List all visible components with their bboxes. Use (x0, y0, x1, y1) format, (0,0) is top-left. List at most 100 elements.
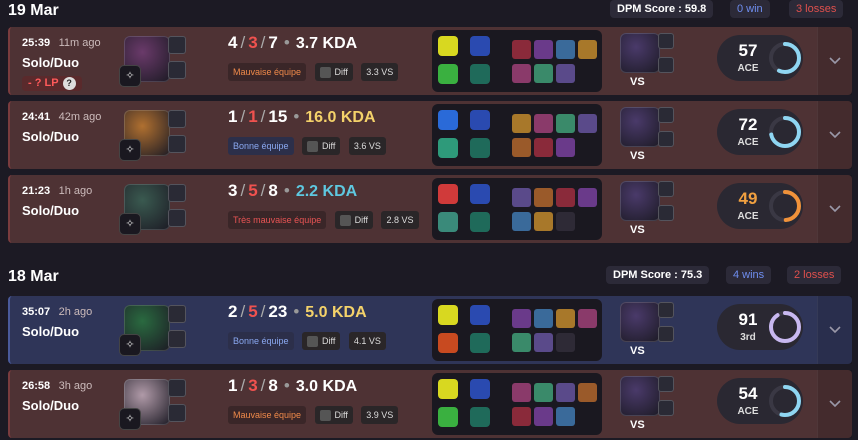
team-quality-tag: Mauvaise équipe (228, 63, 307, 81)
item-icon (512, 333, 531, 352)
opponent-ward-icon (658, 326, 674, 342)
summoner-spell-icon (438, 379, 458, 399)
rune-icon (470, 305, 490, 325)
opponent-portrait[interactable] (620, 302, 660, 342)
ward-icon (168, 404, 186, 422)
vs-label: VS (630, 224, 645, 236)
diff-icon (307, 141, 319, 153)
expand-button[interactable] (817, 101, 852, 169)
kills: 4 (228, 33, 238, 52)
kda-ratio: 2.2 KDA (295, 183, 358, 200)
match-row[interactable]: 24:41 42m ago Solo/Duo ? ✧ 1/1/15•16.0 K… (8, 101, 852, 169)
expand-button[interactable] (817, 296, 852, 364)
rune-icon (470, 212, 490, 232)
deaths: 5 (248, 181, 258, 200)
score-value: 57 (738, 41, 758, 60)
match-row[interactable]: 26:58 3h ago Solo/Duo ? ✧ 1/3/8•3.0 KDA … (8, 370, 852, 438)
item-icon (556, 114, 575, 133)
assists: 8 (268, 376, 278, 395)
day-header: 19 Mar DPM Score : 59.8 0 win 3 losses (0, 0, 858, 26)
performance-score: 91 3rd (717, 304, 803, 350)
opponent-rune-icon (658, 33, 674, 49)
ward-icon (168, 135, 186, 153)
chevron-down-icon (829, 205, 841, 213)
build-panel (432, 178, 602, 240)
match-time-ago: 2h ago (58, 306, 93, 318)
team-quality-tag: Mauvaise équipe (228, 406, 307, 424)
score-rank: ACE (737, 137, 759, 148)
day-date: 18 Mar (8, 268, 59, 285)
opponent-portrait[interactable] (620, 181, 660, 221)
summoner-spell-icon (438, 333, 458, 353)
kills: 3 (228, 181, 238, 200)
item-icon (534, 383, 553, 402)
match-row[interactable]: 21:23 1h ago Solo/Duo ? ✧ 3/5/8•2.2 KDA … (8, 175, 852, 243)
item-icon (578, 383, 597, 402)
role-icon: ✧ (119, 408, 141, 430)
kda-ratio: 16.0 KDA (305, 109, 376, 126)
ward-icon (168, 61, 186, 79)
match-time-ago: 3h ago (58, 380, 93, 392)
chevron-down-icon (829, 326, 841, 334)
rune-icon (470, 407, 490, 427)
rune-icon (470, 36, 490, 56)
chevron-down-icon (829, 400, 841, 408)
expand-button[interactable] (817, 175, 852, 243)
item-icon (556, 407, 575, 426)
match-row[interactable]: 25:39 11m ago Solo/Duo - ? LP? ✧ 4/3/7 • 3… (8, 27, 852, 95)
match-duration: 26:58 (22, 380, 51, 392)
team-quality-tag: Bonne équipe (228, 137, 294, 155)
kills: 1 (228, 376, 238, 395)
performance-score: 72 ACE (717, 109, 803, 155)
performance-score: 57 ACE (717, 35, 803, 81)
match-row[interactable]: 35:07 2h ago Solo/Duo ? ✧ 2/5/23•5.0 KDA… (8, 296, 852, 364)
opponent-portrait[interactable] (620, 107, 660, 147)
item-icon (534, 309, 553, 328)
rune-icon (470, 379, 490, 399)
vs-label: VS (630, 419, 645, 431)
opponent-portrait[interactable] (620, 33, 660, 73)
item-icon (534, 407, 553, 426)
vision-score-tag: 4.1 VS (348, 332, 386, 350)
queue-type: Solo/Duo (22, 55, 80, 70)
opponent-portrait[interactable] (620, 376, 660, 416)
score-rank: 3rd (740, 332, 756, 343)
summoner-spell-icon (438, 184, 458, 204)
opponent-ward-icon (658, 57, 674, 73)
assists: 15 (268, 107, 288, 126)
diff-tag: Diff (302, 137, 341, 155)
rune-icon (168, 305, 186, 323)
role-icon: ✧ (119, 334, 141, 356)
opponent-rune-icon (658, 107, 674, 123)
losses-badge: 3 losses (789, 0, 844, 18)
item-icon (534, 212, 553, 231)
kda-line: 3/5/8 • 2.2 KDA (228, 181, 358, 200)
match-time-ago: 1h ago (58, 185, 93, 197)
expand-button[interactable] (817, 370, 852, 438)
vision-score-tag: 3.6 VS (348, 137, 386, 155)
expand-button[interactable] (817, 27, 852, 95)
item-icon (512, 138, 531, 157)
item-icon (534, 188, 553, 207)
item-icon (556, 212, 575, 231)
item-icon (512, 64, 531, 83)
opponent-ward-icon (658, 400, 674, 416)
item-icon (556, 40, 575, 59)
kda-ratio: 3.7 KDA (295, 35, 358, 52)
score-value: 72 (738, 115, 758, 134)
item-icon (534, 333, 553, 352)
score-rank: ACE (737, 211, 759, 222)
vision-score-tag: 3.3 VS (361, 63, 399, 81)
rune-icon (470, 138, 490, 158)
day-header: 18 Mar DPM Score : 75.3 4 wins 2 losses (0, 266, 858, 292)
diff-icon (307, 336, 319, 348)
wins-badge: 0 win (730, 0, 770, 18)
help-icon[interactable]: ? (62, 77, 76, 90)
team-quality-tag: Très mauvaise équipe (228, 211, 327, 229)
rune-icon (470, 184, 490, 204)
rune-icon (168, 184, 186, 202)
ward-icon (168, 209, 186, 227)
item-icon (512, 114, 531, 133)
item-icon (534, 138, 553, 157)
build-panel (432, 30, 602, 92)
